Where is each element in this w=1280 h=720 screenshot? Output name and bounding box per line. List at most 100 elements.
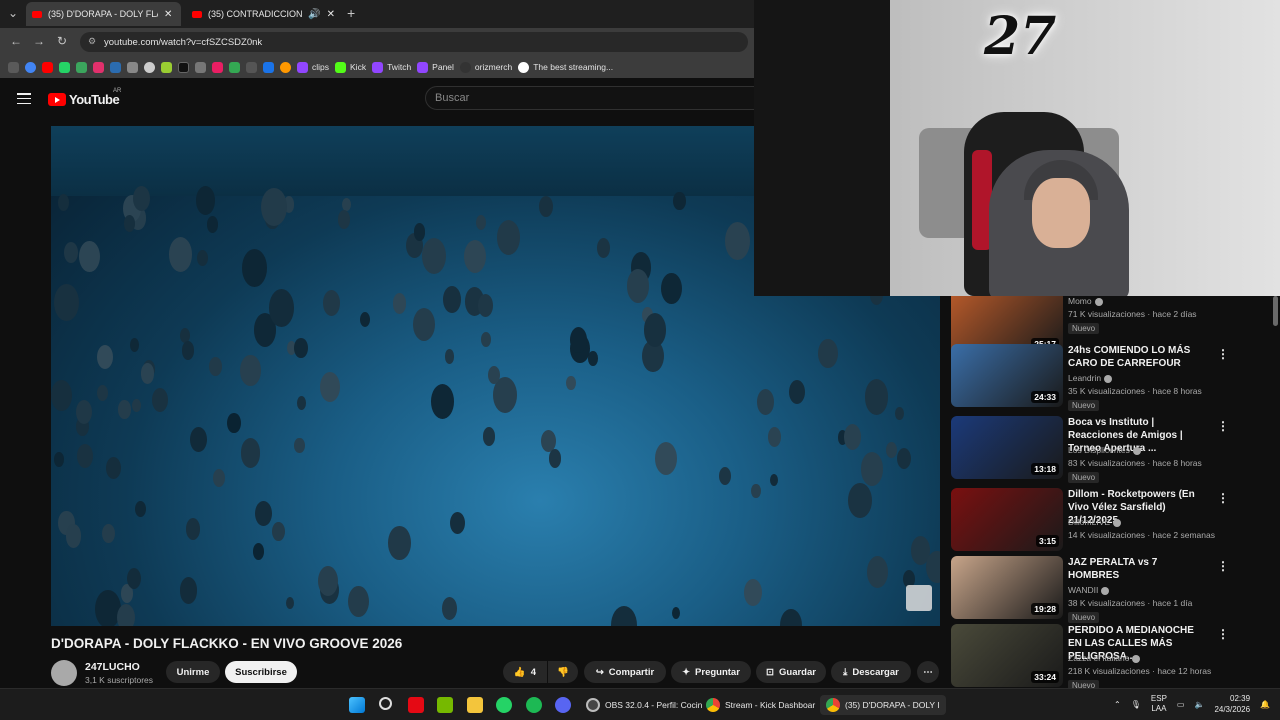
more-options-icon[interactable]: ⋮ xyxy=(1217,559,1229,573)
bookmark-icon[interactable] xyxy=(246,61,257,73)
crowd-figure xyxy=(169,237,193,273)
tab-inactive[interactable]: (35) CONTRADICCIONES - D 🔊 ✕ xyxy=(186,2,341,26)
back-icon[interactable]: ← xyxy=(10,34,22,48)
menu-icon[interactable] xyxy=(17,93,31,104)
spotify-icon[interactable] xyxy=(526,697,542,713)
video-thumbnail[interactable]: 13:18 xyxy=(951,416,1063,479)
more-options-icon[interactable]: ⋮ xyxy=(1217,491,1229,505)
search-input[interactable]: Buscar xyxy=(425,86,755,110)
recommendation-item[interactable]: 24:33 24hs COMIENDO LO MÁS CARO DE CARREF… xyxy=(951,344,1271,411)
like-button[interactable]: 👍 4 xyxy=(503,661,547,683)
bookmark-icon[interactable] xyxy=(127,61,138,73)
forward-icon[interactable]: → xyxy=(33,34,45,48)
crowd-figure xyxy=(254,500,272,527)
tab-active[interactable]: (35) D'DORAPA - DOLY FLACKKO ✕ xyxy=(26,2,181,26)
more-options-icon[interactable]: ⋮ xyxy=(1217,627,1229,641)
recommendation-title[interactable]: 24hs COMIENDO LO MÁS CARO DE CARREFOUR xyxy=(1068,344,1210,370)
bookmark-icon[interactable] xyxy=(110,61,121,73)
channel-avatar[interactable] xyxy=(51,660,77,686)
recommendation-channel[interactable]: DillomLIVE xyxy=(1068,517,1122,527)
recommendation-item[interactable]: 33:24 PERDIDO A MEDIANOCHE EN LAS CALLES … xyxy=(951,624,1271,688)
apps-icon[interactable] xyxy=(8,61,19,73)
scrollbar[interactable] xyxy=(1273,296,1278,326)
youtube-header: YouTube AR Buscar xyxy=(0,78,755,122)
channel-name[interactable]: 247LUCHO xyxy=(85,661,140,673)
crowd-figure xyxy=(96,344,113,370)
whatsapp-icon[interactable] xyxy=(496,697,512,713)
taskbar-app-youtube[interactable]: (35) D'DORAPA - DOLY I xyxy=(820,695,946,715)
join-button[interactable]: Unirme xyxy=(166,661,220,683)
download-button[interactable]: ⤓ Descargar xyxy=(831,661,911,683)
tiktok-icon[interactable] xyxy=(178,61,189,73)
start-icon[interactable] xyxy=(349,697,365,713)
folder-icon[interactable] xyxy=(467,697,483,713)
address-bar[interactable]: ⚙ youtube.com/watch?v=cfSZCSDZ0nk xyxy=(80,32,748,52)
crowd-figure xyxy=(212,468,226,488)
crowd-figure xyxy=(818,338,839,369)
network-icon[interactable]: ▭ xyxy=(1177,700,1185,709)
close-icon[interactable]: ✕ xyxy=(164,9,172,20)
volume-icon[interactable]: 🔈 xyxy=(1194,700,1204,709)
bookmark-clips[interactable]: clips xyxy=(297,61,329,73)
save-button[interactable]: ⊡ Guardar xyxy=(756,661,826,683)
recommendation-channel[interactable]: Zazza el italiano xyxy=(1068,653,1141,663)
bookmark-icon[interactable] xyxy=(212,61,223,73)
site-info-icon[interactable]: ⚙ xyxy=(88,36,96,47)
bookmark-twitch[interactable]: Twitch xyxy=(372,61,411,73)
channel-watermark[interactable] xyxy=(906,585,932,611)
new-tab-button[interactable]: + xyxy=(347,5,355,21)
close-icon[interactable]: ✕ xyxy=(327,9,335,20)
dislike-button[interactable]: 👎 xyxy=(548,661,578,683)
bookmark-icon[interactable] xyxy=(195,61,206,73)
recommendation-channel[interactable]: Momo xyxy=(1068,296,1103,306)
recommendation-channel[interactable]: WANDII xyxy=(1068,585,1110,595)
clock[interactable]: 02:39 24/3/2026 xyxy=(1214,693,1250,715)
bookmark-icon[interactable] xyxy=(263,61,274,73)
recommendation-channel[interactable]: Leandrin xyxy=(1068,373,1113,383)
youtube-logo[interactable]: YouTube xyxy=(48,92,120,107)
more-options-icon[interactable]: ⋮ xyxy=(1217,347,1229,361)
verified-icon xyxy=(1104,374,1113,383)
tab-search-icon[interactable]: ⌄ xyxy=(8,6,18,20)
bookmark-icon[interactable] xyxy=(161,61,172,73)
recommendation-item[interactable]: 3:15 Dillom - Rocketpowers (En Vivo Vélez… xyxy=(951,488,1271,552)
ask-button[interactable]: ✦ Preguntar xyxy=(671,661,751,683)
chevron-up-icon[interactable]: ⌃ xyxy=(1114,700,1121,709)
bookmark-panel[interactable]: Panel xyxy=(417,61,454,73)
more-options-icon[interactable]: ⋮ xyxy=(1217,419,1229,433)
recommendation-item[interactable]: 13:18 Boca vs Instituto | Reacciones de A… xyxy=(951,416,1271,483)
bookmark-icon[interactable] xyxy=(144,61,155,73)
recommendation-item[interactable]: 19:28 JAZ PERALTA vs 7 HOMBRES WANDII 38 K … xyxy=(951,556,1271,623)
bookmark-icon[interactable] xyxy=(76,61,87,73)
video-thumbnail[interactable]: 33:24 xyxy=(951,624,1063,687)
bookmark-icon[interactable] xyxy=(280,61,291,73)
video-thumbnail[interactable]: 3:15 xyxy=(951,488,1063,551)
video-thumbnail[interactable]: 24:33 xyxy=(951,344,1063,407)
video-thumbnail[interactable]: 19:28 xyxy=(951,556,1063,619)
webcam-face xyxy=(1032,178,1090,248)
notifications-icon[interactable]: 🔔 xyxy=(1260,700,1270,709)
whatsapp-icon[interactable] xyxy=(59,61,70,73)
search-icon[interactable] xyxy=(379,697,392,710)
more-actions-button[interactable]: ⋯ xyxy=(917,661,939,683)
bookmark-icon[interactable] xyxy=(229,61,240,73)
taskbar-app-obs[interactable]: OBS 32.0.4 - Perfil: Cocin xyxy=(580,695,708,715)
bookmark-kick[interactable]: Kick xyxy=(335,61,366,73)
subscribe-button[interactable]: Suscribirse xyxy=(225,661,297,683)
youtube-icon[interactable] xyxy=(42,61,53,73)
reload-icon[interactable]: ↻ xyxy=(57,34,67,48)
google-icon[interactable] xyxy=(25,61,36,73)
recommendation-title[interactable]: JAZ PERALTA vs 7 HOMBRES xyxy=(1068,556,1210,582)
share-button[interactable]: ↪ Compartir xyxy=(584,661,666,683)
bookmark-streaming[interactable]: The best streaming... xyxy=(518,61,613,73)
nvidia-icon[interactable] xyxy=(437,697,453,713)
taskbar-app-kick[interactable]: Stream - Kick Dashboar xyxy=(700,695,821,715)
netflix-icon[interactable] xyxy=(408,697,424,713)
microphone-icon[interactable]: 🎙 xyxy=(1131,700,1141,709)
instagram-icon[interactable] xyxy=(93,61,104,73)
speaker-icon[interactable]: 🔊 xyxy=(308,9,320,20)
bookmark-orizmerch[interactable]: orizmerch xyxy=(459,61,512,73)
language-indicator[interactable]: ESP LAA xyxy=(1151,694,1167,714)
recommendation-channel[interactable]: Los Displicentes xyxy=(1068,445,1141,455)
discord-icon[interactable] xyxy=(555,697,571,713)
